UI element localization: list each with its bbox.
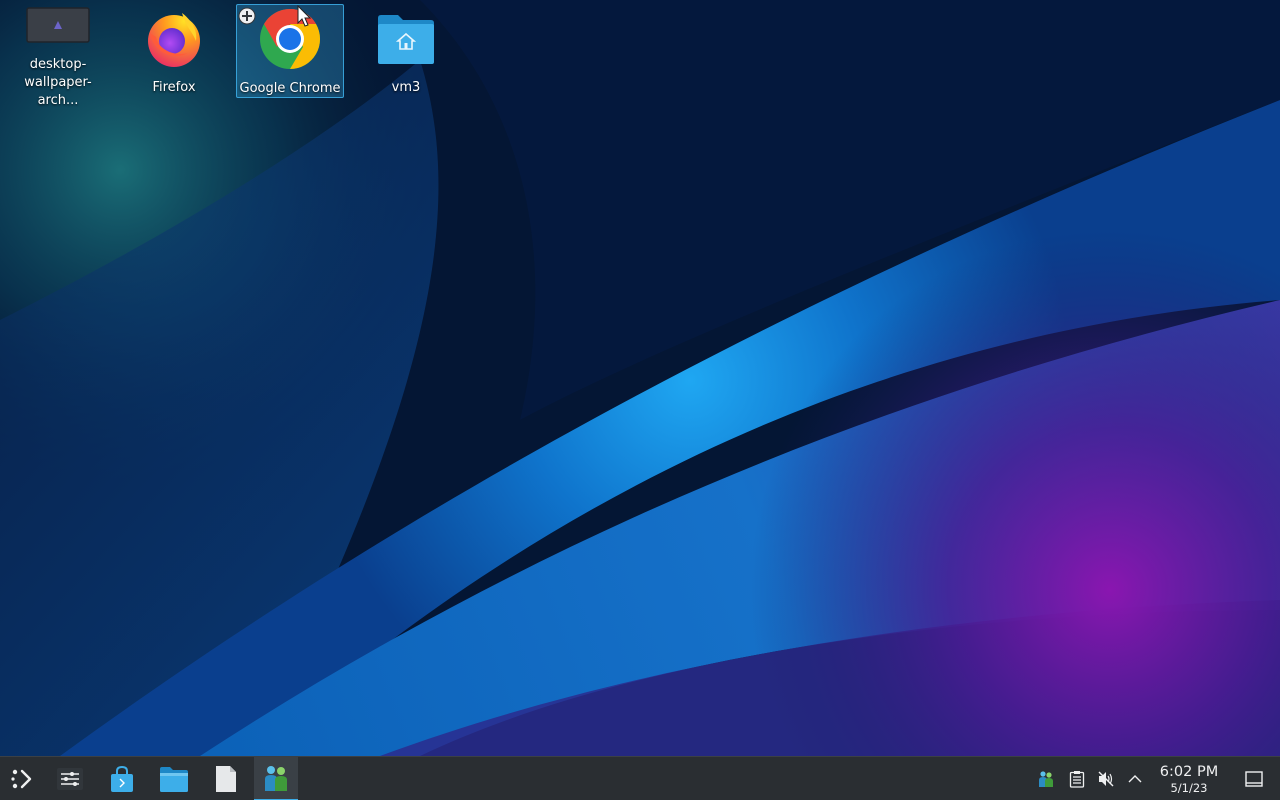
clock-date: 5/1/23 (1170, 781, 1208, 795)
application-launcher-button[interactable] (0, 757, 44, 800)
user-app-icon (265, 766, 287, 791)
discover-store-icon (111, 765, 133, 792)
desktop-wallpaper (0, 0, 1280, 756)
show-desktop-button[interactable] (1242, 767, 1266, 791)
text-file-icon (216, 766, 236, 792)
system-settings-icon (57, 768, 83, 790)
tray-volume[interactable] (1094, 767, 1118, 791)
desktop-icon-label: vm3 (391, 80, 421, 95)
desktop-icon-wallpaper-file[interactable]: desktop- wallpaper-arch... (4, 4, 112, 108)
clipboard-icon (1069, 771, 1085, 788)
tray-clipboard[interactable] (1065, 767, 1089, 791)
file-manager-icon (160, 767, 188, 792)
taskbar-active-app[interactable] (254, 757, 298, 800)
taskbar-file-manager[interactable] (152, 757, 196, 800)
desktop-icon-vm3-folder[interactable]: vm3 (352, 4, 460, 98)
volume-muted-icon (1098, 771, 1114, 787)
application-launcher-icon (11, 769, 32, 789)
desktop-icon-label: desktop- wallpaper-arch... (24, 57, 92, 108)
chrome-icon (258, 7, 322, 71)
tray-expand[interactable] (1123, 767, 1147, 791)
taskbar-system-settings[interactable] (48, 757, 92, 800)
desktop-icon-firefox[interactable]: Firefox (120, 4, 228, 98)
network-user-icon (1039, 771, 1053, 787)
desktop-icon-google-chrome[interactable]: Google Chrome (236, 4, 344, 98)
taskbar-text-file[interactable] (204, 757, 248, 800)
taskbar-panel: 6:02 PM 5/1/23 (0, 756, 1280, 800)
chevron-up-icon (1128, 775, 1142, 783)
taskbar-discover-store[interactable] (100, 757, 144, 800)
firefox-icon (142, 7, 206, 70)
clock-time: 6:02 PM (1159, 764, 1219, 780)
tray-network-user[interactable] (1034, 767, 1058, 791)
digital-clock[interactable]: 6:02 PM 5/1/23 (1150, 763, 1228, 795)
desktop-icon-label: Google Chrome (239, 81, 341, 96)
home-folder-icon (374, 7, 438, 70)
add-plus-icon[interactable] (238, 7, 256, 25)
show-desktop-icon (1245, 771, 1263, 787)
image-file-icon (26, 7, 90, 47)
desktop-icon-label: Firefox (152, 80, 196, 95)
